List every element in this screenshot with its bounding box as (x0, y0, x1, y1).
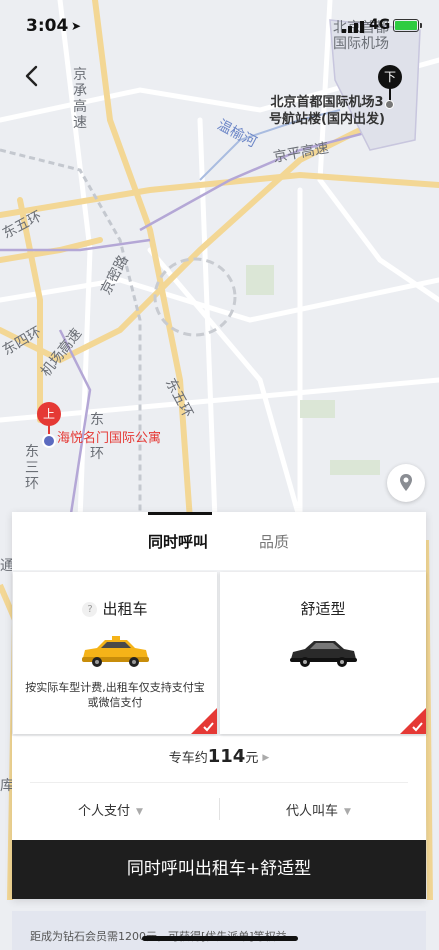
taxi-title: 出租车 (102, 600, 148, 618)
tab-active-indicator (148, 512, 212, 515)
membership-banner[interactable]: 距成为钻石会员需1200元，可获得[优先派单]等权益 (12, 911, 426, 950)
pickup-label[interactable]: 海悦名门国际公寓 (57, 430, 162, 447)
help-icon[interactable]: ? (82, 602, 98, 617)
divider (30, 782, 408, 783)
caret-down-icon: ▼ (136, 807, 143, 817)
caret-right-icon: ▶ (262, 753, 270, 763)
price-prefix: 专车约 (168, 751, 208, 766)
destination-label[interactable]: 北京首都国际机场3号航站楼(国内出发) (268, 94, 386, 128)
taxi-title-row: ? 出租车 (13, 598, 217, 619)
price-unit: 元 (245, 751, 259, 766)
price-amount: 114 (207, 746, 246, 767)
location-arrow-icon: ➤ (71, 19, 82, 33)
pickup-marker[interactable]: 上 (37, 402, 61, 426)
map-label-dong-sanhuan: 东三环 (25, 444, 39, 492)
tab-quality[interactable]: 品质 (259, 531, 289, 552)
price-estimate[interactable]: 专车约114元 ▶ (12, 746, 426, 782)
ride-options-panel: 同时呼叫 品质 ? 出租车 按实际车型计费,出租车仅支持支付宝或微信支付 舒适型… (12, 512, 426, 899)
map-label-huan: 环 (90, 446, 104, 462)
destination-marker[interactable]: 下 (378, 65, 402, 89)
battery-icon (393, 19, 422, 32)
caret-down-icon: ▼ (344, 807, 351, 817)
taxi-card[interactable]: ? 出租车 按实际车型计费,出租车仅支持支付宝或微信支付 (13, 572, 217, 734)
options-separator (219, 798, 220, 820)
car-type-cards: ? 出租车 按实际车型计费,出租车仅支持支付宝或微信支付 舒适型 (12, 570, 426, 736)
signal-icon (342, 21, 364, 33)
locate-button[interactable] (387, 464, 425, 502)
selected-check-icon (191, 708, 217, 734)
map-label-dong: 东 (90, 412, 104, 428)
destination-dot (385, 100, 394, 109)
status-time: 3:04 (26, 16, 69, 36)
selected-check-icon (400, 708, 426, 734)
chevron-left-icon (25, 65, 38, 87)
tab-simultaneous-call[interactable]: 同时呼叫 (148, 531, 208, 552)
taxi-car-icon (82, 636, 149, 667)
status-bar: 3:04 ➤ 4G (0, 0, 439, 54)
comfort-card[interactable]: 舒适型 (220, 572, 426, 734)
call-for-label: 代人叫车 (286, 804, 339, 819)
network-type: 4G (369, 17, 391, 33)
call-for-others-selector[interactable]: 代人叫车 ▼ (286, 800, 351, 819)
location-pin-icon (400, 474, 412, 491)
ride-tabs: 同时呼叫 品质 (12, 512, 426, 567)
comfort-title: 舒适型 (300, 600, 346, 618)
call-ride-button[interactable]: 同时呼叫出租车+舒适型 (12, 840, 426, 899)
home-indicator[interactable] (142, 936, 298, 941)
payment-label: 个人支付 (78, 804, 131, 819)
current-location-dot (42, 434, 56, 448)
payment-selector[interactable]: 个人支付 ▼ (78, 800, 143, 819)
back-button[interactable] (18, 62, 46, 90)
taxi-description: 按实际车型计费,出租车仅支持支付宝或微信支付 (25, 681, 205, 709)
map-label-jingcheng: 京承高速 (73, 67, 87, 131)
comfort-car-icon (290, 641, 357, 667)
